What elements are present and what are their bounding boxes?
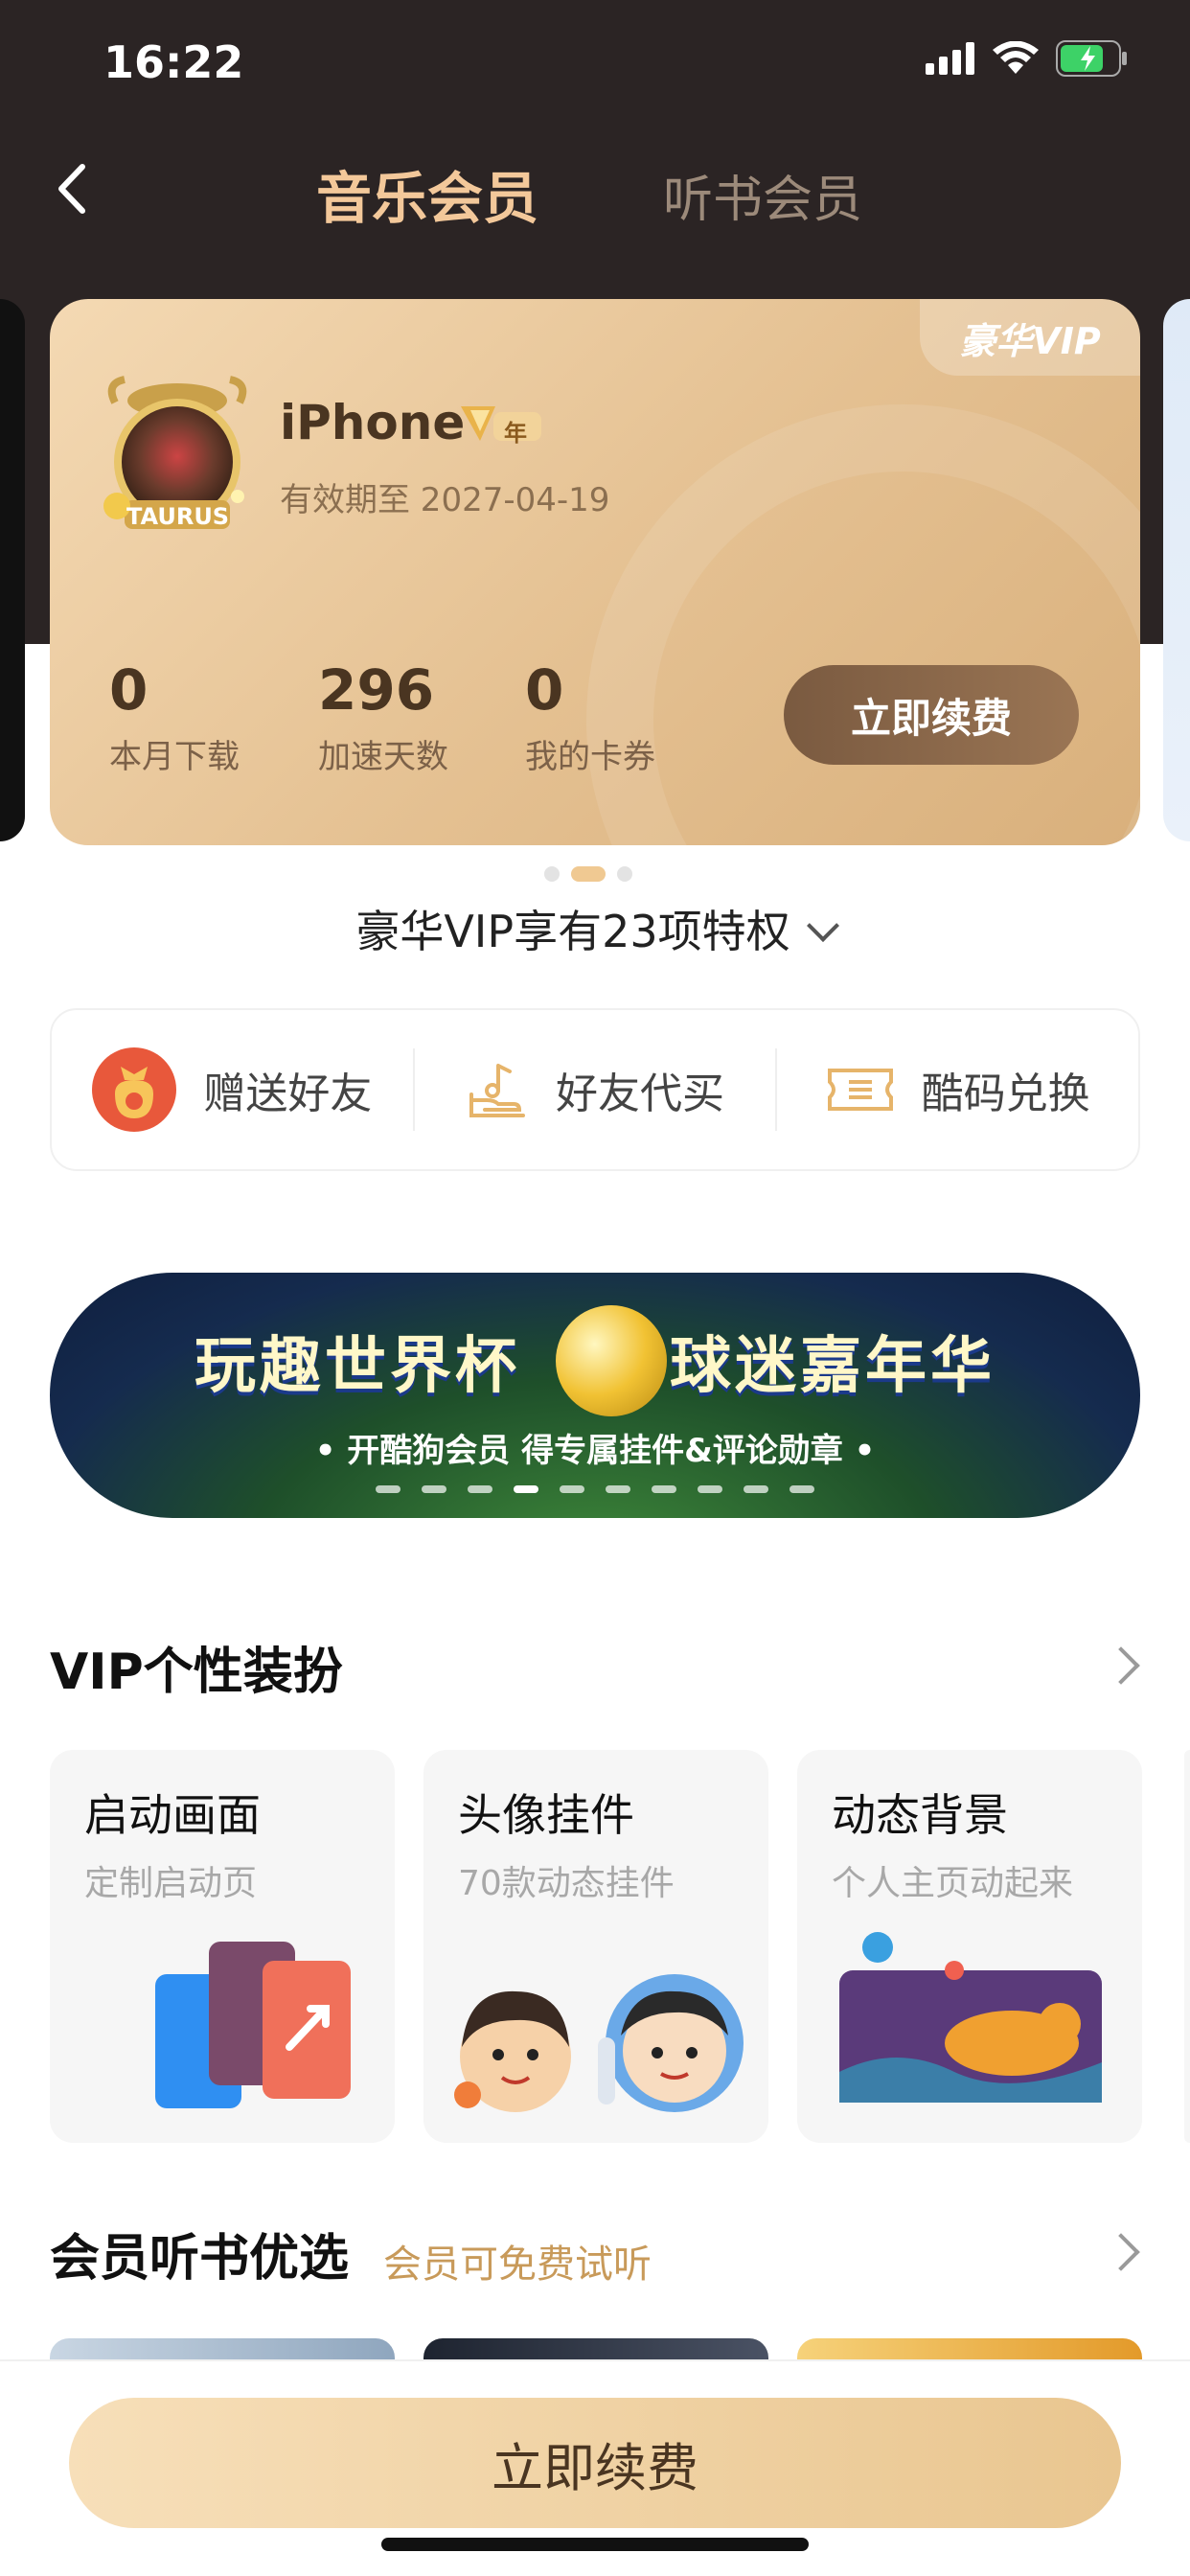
book-section-subtitle: 会员可免费试听: [383, 2242, 652, 2287]
banner-dot: [376, 1485, 400, 1493]
privilege-toggle[interactable]: 豪华VIP享有23项特权: [0, 897, 1190, 960]
world-cup-banner[interactable]: 玩趣世界杯 球迷嘉年华 • 开酷狗会员 得专属挂件&评论勋章 •: [50, 1273, 1140, 1518]
stat-value: 0: [109, 657, 149, 723]
watermark-k-logo: [586, 404, 1140, 845]
avatar-frame-label: TAURUS: [126, 503, 230, 530]
banner-title-right: 球迷嘉年华: [670, 1331, 995, 1402]
renew-now-button[interactable]: 立即续费: [69, 2398, 1121, 2528]
friend-purchase-button[interactable]: 好友代买: [415, 1058, 776, 1121]
dress-card-peek: [1184, 1750, 1190, 2143]
dress-card-title: 头像挂件: [458, 1789, 634, 1841]
vip-membership-card: 豪华VIP TAURUS iPhone 年 有效期至 2027-04-19 0 …: [50, 299, 1140, 845]
dress-card-dynamic-background[interactable]: 动态背景 个人主页动起来: [797, 1750, 1142, 2143]
page-dot: [617, 866, 632, 882]
stat-label: 加速天数: [318, 738, 448, 776]
avatar-pendant-illustration: [454, 1974, 744, 2112]
dress-card-subtitle: 70款动态挂件: [458, 1864, 675, 1903]
banner-title-left: 玩趣世界杯: [195, 1331, 520, 1402]
dress-section-title: VIP个性装扮: [50, 1644, 343, 1701]
banner-dot: [560, 1485, 584, 1493]
dress-card-title: 动态背景: [832, 1789, 1008, 1841]
ticket-icon: [827, 1069, 893, 1111]
dress-card-subtitle: 定制启动页: [84, 1864, 258, 1903]
hand-coin-icon: [469, 1064, 525, 1117]
book-section-more-icon[interactable]: [1102, 2233, 1140, 2271]
tab-music-vip[interactable]: 音乐会员: [316, 153, 538, 234]
wifi-icon: [993, 41, 1039, 74]
page-dot-active: [571, 866, 606, 882]
gift-friend-button[interactable]: 赠送好友: [52, 1047, 413, 1132]
stat-speedup-days[interactable]: 296 加速天数: [318, 657, 448, 777]
banner-dot: [468, 1485, 492, 1493]
user-name: iPhone: [280, 395, 466, 450]
battery-icon: [1056, 40, 1127, 77]
stat-coupons[interactable]: 0 我的卡券: [525, 657, 655, 777]
dress-section-more-icon[interactable]: [1102, 1646, 1140, 1685]
luxury-vip-badge: 豪华VIP: [920, 299, 1140, 376]
back-arrow-icon[interactable]: [46, 153, 98, 224]
dress-card-title: 启动画面: [84, 1789, 261, 1841]
action-label: 赠送好友: [203, 1070, 373, 1118]
action-label: 好友代买: [556, 1070, 724, 1118]
page-dot: [544, 866, 560, 882]
stat-value: 296: [318, 657, 435, 723]
action-label: 酷码兑换: [921, 1070, 1090, 1118]
stat-value: 0: [525, 657, 564, 723]
banner-subtitle: • 开酷狗会员 得专属挂件&评论勋章 •: [314, 1432, 876, 1470]
banner-dot: [790, 1485, 814, 1493]
banner-pagination: [376, 1485, 814, 1493]
banner-dot: [698, 1485, 722, 1493]
stat-label: 本月下载: [109, 738, 240, 776]
home-indicator: [381, 2538, 809, 2551]
stat-downloads[interactable]: 0 本月下载: [109, 657, 240, 777]
football-icon: [556, 1305, 667, 1416]
gift-bag-icon: [92, 1047, 177, 1132]
vip-year-badge-icon: [461, 406, 541, 441]
banner-dot-active: [514, 1485, 538, 1493]
book-section-title: 会员听书优选: [50, 2230, 350, 2288]
chevron-down-icon: [806, 909, 839, 942]
expiry-date: 有效期至 2027-04-19: [280, 481, 610, 519]
signal-icon: [926, 42, 974, 75]
dress-card-launch-screen[interactable]: 启动画面 定制启动页: [50, 1750, 395, 2143]
launch-screen-illustration: [155, 1942, 351, 2108]
privilege-text: 豪华VIP享有23项特权: [355, 906, 790, 957]
stat-label: 我的卡券: [525, 738, 655, 776]
tab-audiobook-vip[interactable]: 听书会员: [663, 159, 862, 231]
card-pagination: [544, 866, 632, 882]
dress-card-subtitle: 个人主页动起来: [832, 1864, 1074, 1903]
redeem-code-button[interactable]: 酷码兑换: [777, 1059, 1138, 1120]
banner-dot: [744, 1485, 768, 1493]
status-icons: [926, 40, 1129, 77]
vip-year-label: 年: [504, 420, 527, 447]
dynamic-background-illustration: [839, 1932, 1102, 2103]
banner-dot: [606, 1485, 630, 1493]
dress-card-avatar-pendant[interactable]: 头像挂件 70款动态挂件: [423, 1750, 768, 2143]
renew-button[interactable]: 立即续费: [784, 665, 1079, 765]
member-actions: 赠送好友 好友代买 酷码兑换: [50, 1008, 1140, 1171]
previous-card-peek[interactable]: [0, 299, 25, 841]
banner-dot: [652, 1485, 676, 1493]
banner-dot: [422, 1485, 446, 1493]
status-time: 16:22: [103, 36, 244, 88]
next-card-peek[interactable]: [1163, 299, 1190, 841]
